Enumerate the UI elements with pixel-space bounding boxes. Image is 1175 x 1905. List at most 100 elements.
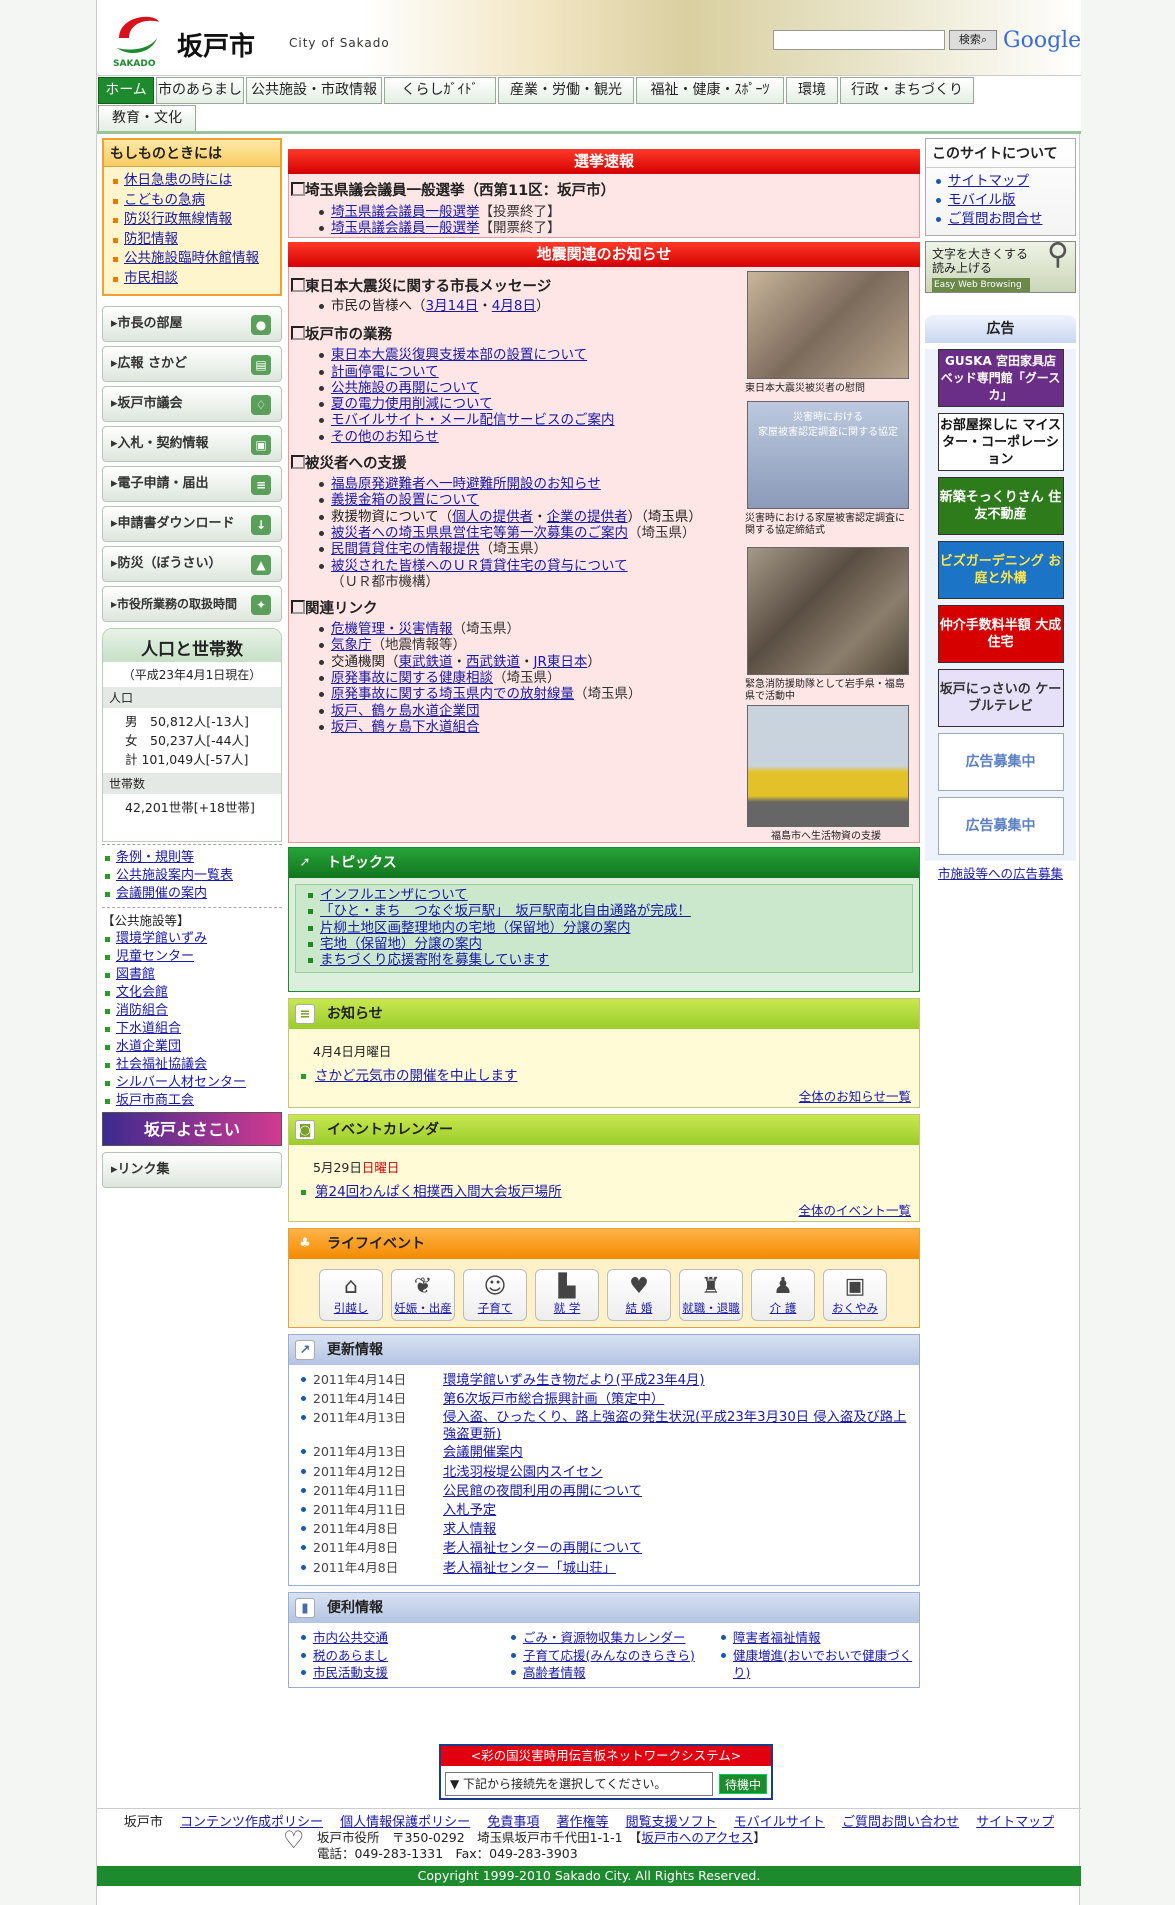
facility-link[interactable]: 水道企業団 — [102, 1038, 282, 1056]
emergency-link[interactable]: 市民相談 — [104, 269, 280, 289]
jr-link[interactable]: JR東日本 — [534, 654, 588, 670]
ad-banner[interactable]: 仲介手数料半額 大成住宅 — [937, 605, 1064, 663]
city-council-button[interactable]: ▸坂戸市議会 ♢ — [102, 386, 282, 422]
related-item[interactable]: 坂戸、鶴ヶ島水道企業団 — [289, 703, 734, 719]
dengon-button[interactable]: 待機中 — [719, 1774, 767, 1794]
emergency-link[interactable]: 防犯情報 — [104, 230, 280, 250]
photo-agreement[interactable]: 災害時における 家屋被害認定調査に関する協定 — [747, 401, 909, 509]
nav-home[interactable]: ホーム — [98, 77, 154, 104]
business-item[interactable]: 夏の電力使用削減について — [289, 396, 734, 412]
inquiry-link[interactable]: ご質問お問合せ — [926, 210, 1075, 229]
ad-vacancy[interactable]: 広告募集中 — [937, 733, 1064, 791]
footer-link[interactable]: サイトマップ — [976, 1815, 1054, 1830]
support-item[interactable]: 福島原発避難者へ一時避難所開設のお知らせ — [289, 476, 734, 492]
life-pregnancy[interactable]: ❦ 妊娠・出産 — [391, 1269, 455, 1321]
footer-link[interactable]: 免責事項 — [487, 1815, 539, 1830]
e-application-button[interactable]: ▸電子申請・届出 ≡ — [102, 466, 282, 502]
election-link[interactable]: 埼玉県議会議員一般選挙 — [331, 220, 480, 236]
emergency-link[interactable]: こどもの急病 — [104, 191, 280, 211]
facility-link[interactable]: 下水道組合 — [102, 1020, 282, 1038]
message-link-0408[interactable]: 4月8日 — [492, 298, 536, 314]
notice-all-link[interactable]: 全体のお知らせ一覧 — [799, 1086, 911, 1105]
ad-banner[interactable]: お部屋探しに マイスター・コーポレーション — [937, 413, 1064, 471]
search-input[interactable] — [773, 30, 945, 50]
event-all-link[interactable]: 全体のイベント一覧 — [798, 1200, 911, 1219]
election-link[interactable]: 埼玉県議会議員一般選挙 — [331, 204, 480, 220]
search-button[interactable]: 検索⌕ — [949, 30, 997, 50]
dengon-select[interactable]: ▼ 下記から接続先を選択してください。 — [445, 1772, 713, 1796]
support-item[interactable]: 被災者への埼玉県県営住宅等第一次募集のご案内（埼玉県） — [289, 525, 734, 541]
useful-link[interactable]: 子育て応援(みんなのきらきら) — [509, 1647, 719, 1665]
nav-public-facilities[interactable]: 公共施設・市政情報 — [246, 77, 382, 104]
nav-overview[interactable]: 市のあらまし — [156, 77, 244, 104]
footer-link[interactable]: 閲覧支援ソフト — [626, 1815, 717, 1830]
useful-link[interactable]: 税のあらまし — [299, 1647, 499, 1665]
footer-link[interactable]: モバイルサイト — [734, 1815, 825, 1830]
facility-link[interactable]: 社会福祉協議会 — [102, 1056, 282, 1074]
access-link[interactable]: 坂戸市へのアクセス — [641, 1830, 753, 1845]
footer-link[interactable]: ご質問お問い合わせ — [842, 1815, 959, 1830]
support-item[interactable]: 義援金箱の設置について — [289, 492, 734, 508]
support-link-company[interactable]: 企業の提供者 — [547, 509, 628, 525]
support-link-individual[interactable]: 個人の提供者 — [452, 509, 533, 525]
left-link[interactable]: 公共施設案内一覧表 — [102, 867, 282, 885]
nav-education[interactable]: 教育・文化 — [98, 105, 196, 132]
bidding-button[interactable]: ▸入札・契約情報 ▣ — [102, 426, 282, 462]
life-condolence[interactable]: ▣ おくやみ — [823, 1269, 887, 1321]
form-download-button[interactable]: ▸申請書ダウンロード ↓ — [102, 506, 282, 542]
office-hours-button[interactable]: ▸市役所業務の取扱時間 ✦ — [102, 586, 282, 622]
nav-environment[interactable]: 環境 — [786, 77, 838, 104]
tobu-link[interactable]: 東武鉄道 — [399, 654, 453, 670]
ad-banner[interactable]: 新築そっくりさん 住友不動産 — [937, 477, 1064, 535]
nav-welfare[interactable]: 福祉・健康・ｽﾎﾟｰﾂ — [636, 77, 784, 104]
business-item[interactable]: 公共施設の再開について — [289, 380, 734, 396]
nav-industry[interactable]: 産業・労働・観光 — [498, 77, 634, 104]
footer-link[interactable]: 著作権等 — [556, 1815, 608, 1830]
useful-link[interactable]: 市内公共交通 — [299, 1629, 499, 1647]
emergency-link[interactable]: 休日急患の時には — [104, 171, 280, 191]
photo-supplies[interactable] — [747, 705, 909, 827]
useful-link[interactable]: 障害者福祉情報 — [719, 1629, 915, 1647]
facility-link[interactable]: 文化会館 — [102, 984, 282, 1002]
useful-link[interactable]: 高齢者情報 — [509, 1664, 719, 1682]
facility-link[interactable]: 環境学館いずみ — [102, 930, 282, 948]
facility-link[interactable]: 児童センター — [102, 948, 282, 966]
topic-item[interactable]: インフルエンザについて — [296, 887, 912, 903]
emergency-link[interactable]: 防災行政無線情報 — [104, 210, 280, 230]
business-item[interactable]: 東日本大震災復興支援本部の設置について — [289, 347, 734, 363]
ad-recruit-link[interactable]: 市施設等への広告募集 — [925, 863, 1076, 882]
message-link-0314[interactable]: 3月14日 — [426, 298, 479, 314]
nav-living-guide[interactable]: くらしｶﾞｲﾄﾞ — [384, 77, 496, 104]
seibu-link[interactable]: 西武鉄道 — [466, 654, 520, 670]
city-logo[interactable]: SAKADO — [109, 8, 164, 69]
business-item[interactable]: モバイルサイト・メール配信サービスのご案内 — [289, 412, 734, 428]
business-item[interactable]: 計画停電について — [289, 364, 734, 380]
related-item[interactable]: 原発事故に関する埼玉県内での放射線量（埼玉県） — [289, 686, 734, 702]
related-item[interactable]: 気象庁（地震情報等） — [289, 637, 734, 653]
useful-link[interactable]: 健康増進(おいでおいで健康づくり) — [719, 1647, 915, 1682]
pr-magazine-button[interactable]: ▸広報 さかど ▤ — [102, 346, 282, 382]
nav-administration[interactable]: 行政・まちづくり — [840, 77, 974, 104]
topic-item[interactable]: 「ひと・まち つなぐ坂戸駅」 坂戸駅南北自由通路が完成！ — [296, 903, 912, 919]
support-item[interactable]: 民間賃貸住宅の情報提供（埼玉県） — [289, 541, 734, 557]
facility-link[interactable]: 消防組合 — [102, 1002, 282, 1020]
ad-banner[interactable]: 坂戸にっさいの ケーブルテレビ — [937, 669, 1064, 727]
left-link[interactable]: 会議開催の案内 — [102, 885, 282, 903]
notice-item[interactable]: さかど元気市の開催を中止します — [289, 1068, 919, 1085]
mobile-link[interactable]: モバイル版 — [926, 191, 1075, 210]
life-school[interactable]: ▙ 就 学 — [535, 1269, 599, 1321]
facility-link[interactable]: 坂戸市商工会 — [102, 1092, 282, 1110]
life-nursing[interactable]: ♟ 介 護 — [751, 1269, 815, 1321]
photo-rescue[interactable] — [747, 547, 909, 675]
related-item[interactable]: 危機管理・災害情報（埼玉県） — [289, 621, 734, 637]
related-item[interactable]: 原発事故に関する健康相談（埼玉県） — [289, 670, 734, 686]
facility-link[interactable]: 図書館 — [102, 966, 282, 984]
topic-item[interactable]: まちづくり応援寄附を募集しています — [296, 952, 912, 968]
emergency-link[interactable]: 公共施設臨時休館情報 — [104, 249, 280, 269]
easy-web-browsing-button[interactable]: 文字を大きくする 読み上げる Easy Web Browsing ⚲ — [925, 240, 1076, 293]
facility-link[interactable]: シルバー人材センター — [102, 1074, 282, 1092]
useful-link[interactable]: 市民活動支援 — [299, 1664, 499, 1682]
sitemap-link[interactable]: サイトマップ — [926, 172, 1075, 191]
mayor-room-button[interactable]: ▸市長の部屋 ● — [102, 306, 282, 342]
left-link[interactable]: 条例・規則等 — [102, 849, 282, 867]
